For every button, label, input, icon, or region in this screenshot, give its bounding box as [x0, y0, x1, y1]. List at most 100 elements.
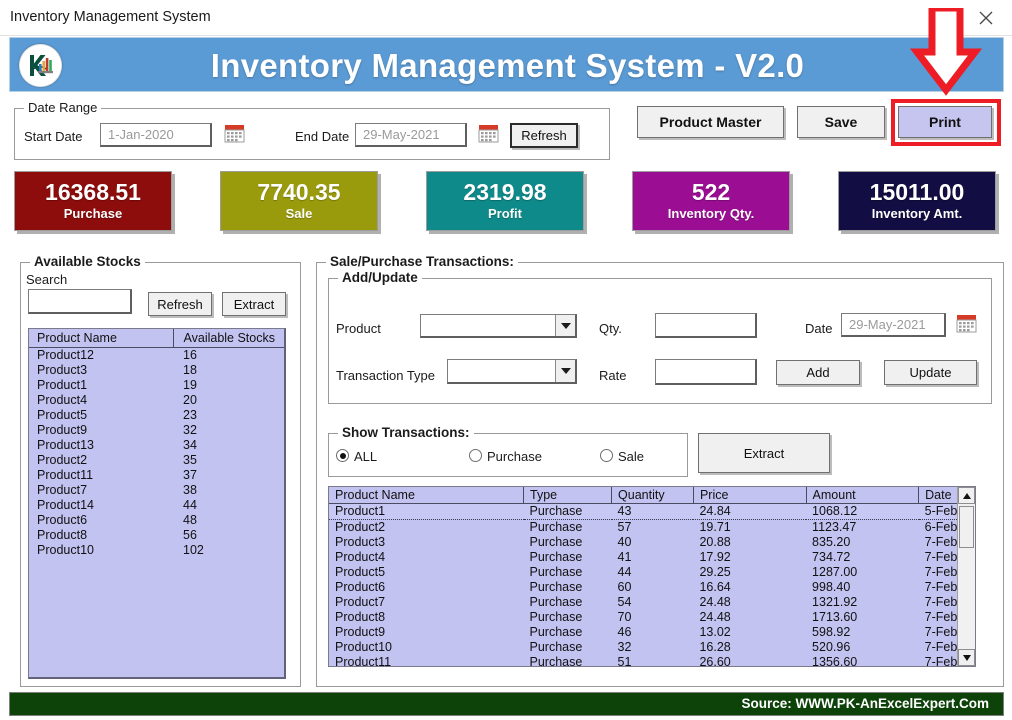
radio-dot-icon: [336, 449, 349, 462]
update-button[interactable]: Update: [884, 360, 977, 385]
qty-label: Qty.: [599, 321, 622, 336]
stocks-row[interactable]: Product5 23: [29, 408, 284, 423]
rate-input[interactable]: [655, 359, 757, 385]
chevron-down-icon[interactable]: [555, 360, 575, 382]
stocks-cell-product-name: Product2: [37, 453, 88, 467]
stocks-search-input[interactable]: [28, 289, 132, 314]
tx-cell-price: 24.48: [699, 595, 731, 609]
table-row[interactable]: Product11 Purchase 51 26.60 1356.60 7-Feb-20: [329, 655, 975, 667]
tx-cell-amount: 598.92: [812, 625, 851, 639]
tx-cell-amount: 1713.60: [812, 610, 858, 624]
stocks-row[interactable]: Product6 48: [29, 513, 284, 528]
stocks-header-row: Product Name Available Stocks: [29, 329, 284, 348]
stocks-extract-button[interactable]: Extract: [222, 292, 286, 316]
transaction-type-select[interactable]: [447, 359, 577, 384]
radio-purchase[interactable]: Purchase: [469, 449, 542, 464]
stocks-col-product-name: Product Name: [29, 329, 173, 348]
stocks-row[interactable]: Product2 35: [29, 453, 284, 468]
product-select[interactable]: [420, 314, 577, 338]
table-row[interactable]: Product9 Purchase 46 13.02 598.92 7-Feb-20: [329, 625, 975, 640]
stocks-row[interactable]: Product9 32: [29, 423, 284, 438]
stocks-row[interactable]: Product7 38: [29, 483, 284, 498]
tx-cell-product-name: Product1: [329, 503, 524, 520]
tx-cell-quantity: 60: [617, 580, 632, 594]
qty-input[interactable]: [655, 313, 757, 338]
tx-cell-product-name: Product3: [335, 535, 386, 549]
table-row[interactable]: Product10 Purchase 32 16.28 520.96 7-Feb-20: [329, 640, 975, 655]
tx-cell-type: Purchase: [529, 610, 583, 624]
transaction-date-input[interactable]: 29-May-2021: [841, 313, 946, 337]
radio-all[interactable]: ALL: [336, 449, 377, 464]
tx-cell-product-name: Product2: [335, 520, 386, 534]
calendar-icon-transaction[interactable]: [956, 313, 977, 334]
table-row[interactable]: Product3 Purchase 40 20.88 835.20 7-Feb-20: [329, 535, 975, 550]
triangle-down-icon[interactable]: [958, 649, 975, 666]
tx-col-price: Price: [693, 487, 807, 504]
stocks-row[interactable]: Product11 37: [29, 468, 284, 483]
calendar-glyph: [478, 125, 499, 143]
triangle-up-icon[interactable]: [958, 487, 975, 504]
stocks-cell-product-name: Product3: [37, 363, 88, 377]
stocks-cell-available-stocks: 19: [183, 378, 197, 392]
transactions-header-row: Product Name Type Quantity Price Amount …: [329, 487, 975, 504]
table-row[interactable]: Product2 Purchase 57 19.71 1123.47 6-Feb-20: [329, 520, 975, 536]
print-button[interactable]: Print: [898, 106, 992, 138]
add-update-group: Add/Update: [328, 270, 992, 404]
stocks-cell-available-stocks: 37: [183, 468, 197, 482]
window-titlebar: Inventory Management System: [0, 0, 1012, 36]
table-row[interactable]: Product1 Purchase 43 24.84 1068.12 5-Feb-20: [329, 503, 975, 520]
kpi-value: 16368.51: [45, 179, 141, 205]
calendar-glyph: [956, 315, 977, 333]
tx-cell-product-name: Product9: [335, 625, 386, 639]
tx-cell-product-name: Product7: [335, 595, 386, 609]
tx-cell-price: 19.71: [699, 520, 731, 534]
tx-cell-price: 29.25: [699, 565, 731, 579]
product-master-button[interactable]: Product Master: [637, 106, 784, 138]
stocks-cell-available-stocks: 102: [183, 543, 204, 557]
stocks-row[interactable]: Product8 56: [29, 528, 284, 543]
stocks-row[interactable]: Product1 19: [29, 378, 284, 393]
table-row[interactable]: Product5 Purchase 44 29.25 1287.00 7-Feb-20: [329, 565, 975, 580]
stocks-cell-available-stocks: 38: [183, 483, 197, 497]
stocks-row[interactable]: Product4 20: [29, 393, 284, 408]
stocks-cell-available-stocks: 44: [183, 498, 197, 512]
stocks-row[interactable]: Product10 102: [29, 543, 284, 558]
transactions-scrollbar[interactable]: [957, 487, 975, 666]
radio-sale-label: Sale: [618, 449, 645, 464]
table-row[interactable]: Product8 Purchase 70 24.48 1713.60 7-Feb-20: [329, 610, 975, 625]
close-icon[interactable]: [964, 0, 1008, 35]
stocks-row[interactable]: Product13 34: [29, 438, 284, 453]
tx-cell-type: Purchase: [523, 503, 612, 520]
tx-cell-quantity: 51: [617, 655, 632, 667]
tx-cell-amount: 1356.60: [812, 655, 858, 667]
show-transactions-legend: Show Transactions:: [338, 425, 474, 440]
stocks-row[interactable]: Product3 18: [29, 363, 284, 378]
table-row[interactable]: Product6 Purchase 60 16.64 998.40 7-Feb-20: [329, 580, 975, 595]
calendar-icon-start[interactable]: [224, 123, 245, 144]
transactions-grid[interactable]: Product Name Type Quantity Price Amount …: [328, 486, 976, 667]
transactions-extract-button[interactable]: Extract: [698, 433, 830, 473]
stocks-table: Product Name Available Stocks Product12 1…: [29, 329, 284, 558]
end-date-input[interactable]: 29-May-2021: [355, 123, 467, 147]
stocks-refresh-button[interactable]: Refresh: [148, 292, 212, 316]
kpi-card-sale: 7740.35 Sale: [220, 171, 378, 231]
available-stocks-list[interactable]: Product Name Available Stocks Product12 1…: [28, 328, 286, 679]
date-range-legend: Date Range: [24, 100, 102, 115]
refresh-date-button[interactable]: Refresh: [510, 123, 578, 148]
stocks-row[interactable]: Product14 44: [29, 498, 284, 513]
transactions-legend: Sale/Purchase Transactions:: [326, 254, 518, 269]
chevron-down-icon[interactable]: [555, 315, 575, 336]
scrollbar-thumb[interactable]: [959, 506, 974, 548]
tx-cell-product-name: Product5: [335, 565, 386, 579]
radio-sale[interactable]: Sale: [600, 449, 644, 464]
save-button[interactable]: Save: [797, 106, 885, 138]
tx-cell-type: Purchase: [529, 580, 583, 594]
add-button[interactable]: Add: [776, 360, 860, 385]
table-row[interactable]: Product7 Purchase 54 24.48 1321.92 7-Feb-20: [329, 595, 975, 610]
start-date-input[interactable]: 1-Jan-2020: [100, 123, 212, 147]
calendar-icon-end[interactable]: [478, 123, 499, 144]
stocks-row[interactable]: Product12 16: [29, 348, 284, 364]
table-row[interactable]: Product4 Purchase 41 17.92 734.72 7-Feb-20: [329, 550, 975, 565]
stocks-cell-product-name: Product7: [37, 483, 88, 497]
stocks-cell-available-stocks: 35: [183, 453, 197, 467]
